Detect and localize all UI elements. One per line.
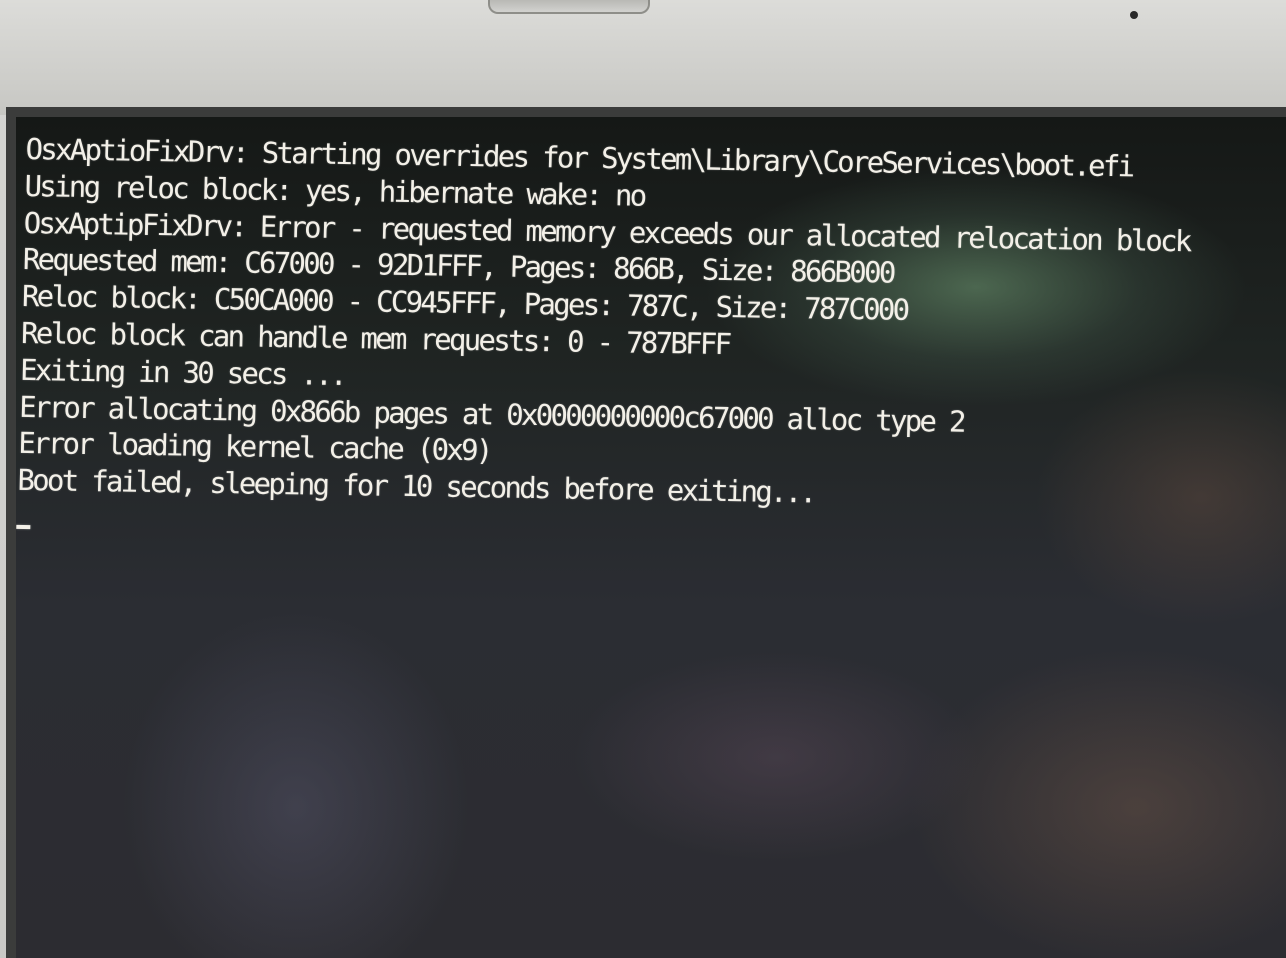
bezel-tab — [488, 0, 650, 14]
boot-screen: OsxAptioFixDrv: Starting overrides for S… — [16, 117, 1286, 958]
terminal-output: OsxAptioFixDrv: Starting overrides for S… — [16, 131, 1266, 552]
photo-scene: OsxAptioFixDrv: Starting overrides for S… — [0, 0, 1286, 958]
laptop-bezel — [0, 0, 1286, 115]
text-cursor-icon — [16, 524, 31, 530]
camera-icon — [1130, 11, 1138, 19]
